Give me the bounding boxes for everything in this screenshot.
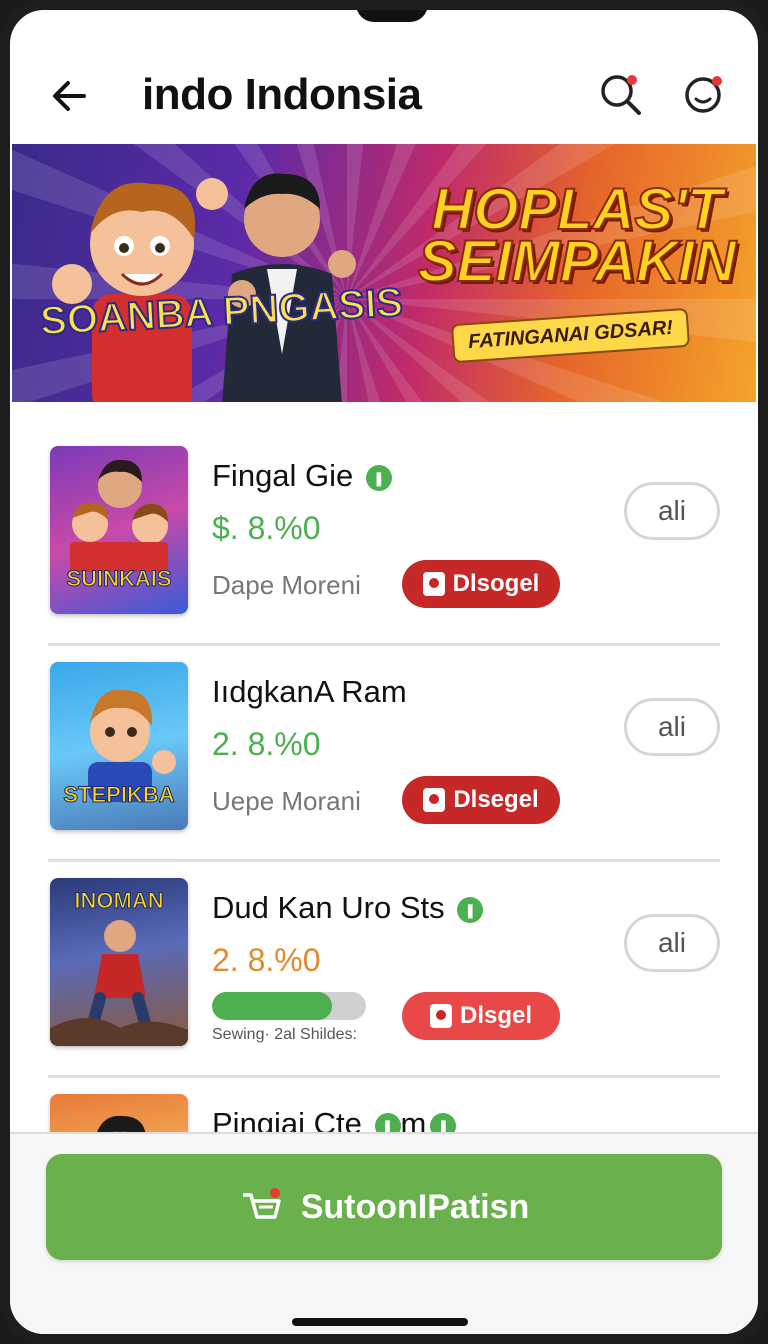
search-icon — [601, 75, 641, 115]
list-item[interactable]: STEPIKBA IıdgkanA Ram 2. 8.%0 Uepe Moran… — [48, 646, 720, 862]
game-thumbnail[interactable]: STEPIKBA — [50, 662, 188, 830]
progress-bar — [212, 992, 366, 1020]
verified-badge-icon: ❚ — [365, 464, 392, 491]
item-name-text: Dud Kan Uro Sts — [212, 890, 445, 925]
item-meta: Dape Moreni — [212, 570, 361, 600]
bottom-bar: SutoonIPatisn — [10, 1132, 758, 1334]
search-button[interactable] — [598, 72, 644, 118]
progress-label: Sewing· 2al Shildes: — [212, 1026, 357, 1043]
item-name-text: Fingal Gie — [212, 458, 354, 493]
back-button[interactable] — [48, 74, 92, 118]
list-item[interactable]: INOMAN Dud Kan Uro Sts ❚ 2. 8.%0 Sewing·… — [48, 862, 720, 1078]
item-name-text: IıdgkanA Ram — [212, 674, 407, 709]
item-name: Fingal Gie ❚ — [212, 458, 392, 494]
item-action-button[interactable]: Dlsogel — [402, 560, 560, 608]
item-pill-button[interactable]: ali — [624, 482, 720, 540]
progress-fill — [212, 992, 333, 1020]
checkout-label: SutoonIPatisn — [300, 1187, 530, 1226]
item-action-label: Dlsogel — [452, 570, 540, 597]
ticket-icon — [429, 1004, 452, 1028]
item-price: 2. 8.%0 — [212, 942, 321, 978]
promo-banner[interactable]: SOANBA PNGASIS HOPLAS'T SEIMPAKIN FATING… — [12, 144, 756, 402]
promo-title: HOPLAS'T SEIMPAKIN — [417, 177, 737, 294]
app-header: indo Indonsia — [10, 48, 758, 144]
item-action-button[interactable]: Dlsegel — [402, 776, 560, 824]
item-pill-button[interactable]: ali — [624, 914, 720, 972]
item-meta: Uepe Morani — [212, 786, 361, 816]
thumbnail-label: INOMAN — [74, 888, 164, 914]
phone-frame: indo Indonsia SOANBA PNGASIS HOPLAS'T SE… — [0, 0, 768, 1344]
game-thumbnail[interactable]: INOMAN — [50, 878, 188, 1046]
camera-notch — [356, 10, 428, 22]
ticket-icon — [423, 788, 446, 812]
chat-icon — [685, 76, 722, 113]
item-price: 2. 8.%0 — [212, 726, 321, 762]
item-name: IıdgkanA Ram — [212, 674, 407, 710]
page-title: indo Indonsia — [142, 70, 422, 119]
item-action-label: Dlsgel — [459, 1002, 533, 1029]
thumbnail-label: SUINKAIS — [66, 566, 172, 592]
home-indicator — [292, 1318, 468, 1326]
cart-icon — [242, 1188, 281, 1219]
arrow-left-icon — [53, 81, 86, 111]
item-action-label: Dlsegel — [453, 786, 539, 813]
businessman-illustration — [222, 173, 356, 402]
ticket-icon — [422, 572, 445, 596]
game-thumbnail[interactable]: SUINKAIS — [50, 446, 188, 614]
verified-badge-icon: ❚ — [457, 896, 484, 923]
item-name: Dud Kan Uro Sts ❚ — [212, 890, 484, 926]
thumbnail-label: STEPIKBA — [63, 782, 175, 808]
checkout-button[interactable]: SutoonIPatisn — [46, 1154, 722, 1260]
list-item[interactable]: SUINKAIS Fingal Gie ❚ $. 8.%0 Dape Moren… — [48, 430, 720, 646]
chat-button[interactable] — [682, 72, 728, 118]
item-price: $. 8.%0 — [212, 510, 321, 546]
item-action-button[interactable]: Dlsgel — [402, 992, 560, 1040]
item-pill-button[interactable]: ali — [624, 698, 720, 756]
